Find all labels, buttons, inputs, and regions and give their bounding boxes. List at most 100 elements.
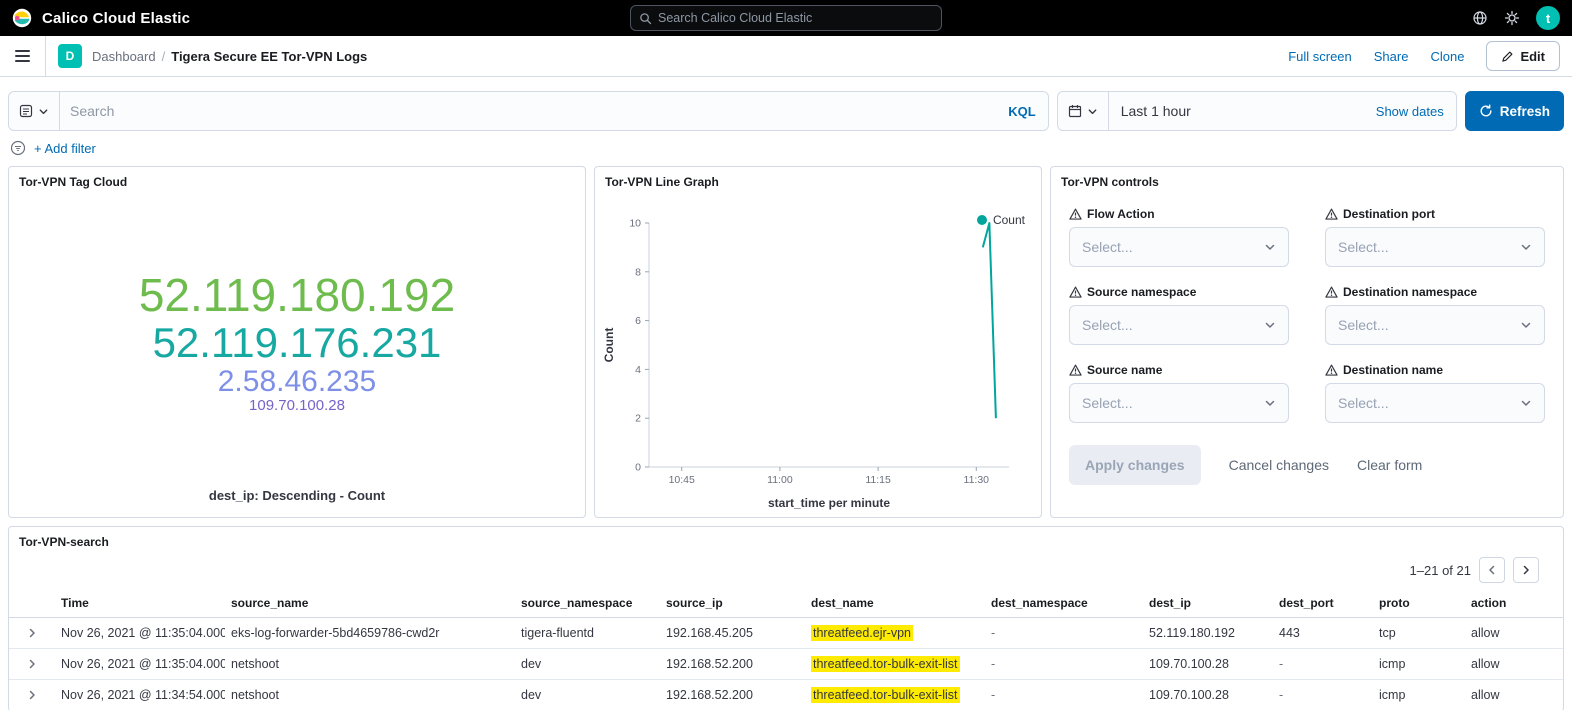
cell-dest-name: threatfeed.tor-bulk-exit-list — [805, 649, 985, 680]
kql-search-input[interactable] — [60, 103, 996, 119]
svg-text:6: 6 — [635, 315, 641, 327]
cell-dest-port: 443 — [1273, 618, 1373, 649]
apply-changes-button[interactable]: Apply changes — [1069, 445, 1201, 485]
search-results-table: Time source_name source_namespace source… — [9, 589, 1563, 710]
tag-cloud-tag[interactable]: 52.119.176.231 — [153, 320, 442, 365]
elastic-logo — [12, 8, 32, 28]
highlighted-value: threatfeed.tor-bulk-exit-list — [811, 687, 960, 703]
chevron-down-icon — [1264, 241, 1276, 253]
show-dates-link[interactable]: Show dates — [1364, 104, 1456, 119]
column-header-source-namespace[interactable]: source_namespace — [515, 589, 660, 618]
warning-icon — [1069, 364, 1082, 376]
expand-row-button[interactable] — [15, 689, 49, 701]
calendar-menu-button[interactable] — [1058, 92, 1109, 130]
line-chart: 024681010:4511:0011:1511:30Countstart_ti… — [599, 199, 1035, 517]
tag-cloud-tag[interactable]: 109.70.100.28 — [249, 398, 345, 414]
svg-text:10: 10 — [629, 218, 641, 230]
column-header-dest-port[interactable]: dest_port — [1273, 589, 1373, 618]
controls-actions: Apply changes Cancel changes Clear form — [1051, 423, 1563, 507]
field-label: Source name — [1087, 363, 1162, 377]
column-header-dest-namespace[interactable]: dest_namespace — [985, 589, 1143, 618]
saved-query-menu-button[interactable] — [9, 92, 60, 130]
deployments-gear-icon[interactable] — [1504, 10, 1520, 26]
cell-dest-namespace: - — [985, 649, 1143, 680]
svg-text:0: 0 — [635, 462, 641, 474]
column-header-time[interactable]: Time — [55, 589, 225, 618]
edit-button-label: Edit — [1520, 49, 1545, 64]
warning-icon — [1325, 286, 1338, 298]
query-language-button[interactable]: KQL — [996, 104, 1047, 119]
add-filter-link[interactable]: + Add filter — [34, 141, 96, 156]
cell-source-ip: 192.168.52.200 — [660, 649, 805, 680]
edit-button[interactable]: Edit — [1486, 41, 1560, 71]
next-page-button[interactable] — [1513, 557, 1539, 583]
space-badge[interactable]: D — [58, 44, 82, 68]
toolbar-actions: Full screen Share Clone Edit — [1288, 41, 1572, 71]
previous-page-button[interactable] — [1479, 557, 1505, 583]
user-avatar[interactable]: t — [1536, 6, 1560, 30]
source-name-select[interactable]: Select... — [1069, 383, 1289, 423]
globe-icon[interactable] — [1472, 10, 1488, 26]
control-field-source-namespace: Source namespace Select... — [1069, 285, 1289, 345]
filter-icon[interactable] — [10, 140, 26, 156]
tag-cloud-tag[interactable]: 52.119.180.192 — [139, 271, 455, 321]
chevron-right-icon — [1520, 564, 1532, 576]
search-table-panel: Tor-VPN-search 1–21 of 21 Time source_na… — [8, 526, 1564, 710]
cell-time: Nov 26, 2021 @ 11:35:04.000 — [55, 649, 225, 680]
field-label: Source namespace — [1087, 285, 1196, 299]
dashboard-toolbar: D Dashboard / Tigera Secure EE Tor-VPN L… — [0, 36, 1572, 77]
cancel-changes-button[interactable]: Cancel changes — [1229, 457, 1329, 473]
time-range-picker: Last 1 hour Show dates — [1057, 91, 1457, 131]
cell-source-name: netshoot — [225, 680, 515, 710]
column-header-action[interactable]: action — [1465, 589, 1563, 618]
dashboard-grid: Tor-VPN Tag Cloud 52.119.180.192 52.119.… — [0, 161, 1572, 710]
source-namespace-select[interactable]: Select... — [1069, 305, 1289, 345]
expand-row-button[interactable] — [15, 658, 49, 670]
global-search-box — [630, 5, 942, 31]
search-icon — [639, 12, 652, 25]
refresh-button-label: Refresh — [1500, 104, 1550, 119]
share-link[interactable]: Share — [1374, 49, 1409, 64]
chart-legend[interactable]: Count — [977, 213, 1025, 227]
cell-action: allow — [1465, 680, 1563, 710]
breadcrumb-dashboard[interactable]: Dashboard — [92, 49, 156, 64]
warning-icon — [1069, 286, 1082, 298]
chevron-down-icon — [1520, 241, 1532, 253]
expand-row-button[interactable] — [15, 627, 49, 639]
global-search-input[interactable] — [658, 11, 933, 25]
column-header-source-ip[interactable]: source_ip — [660, 589, 805, 618]
svg-text:2: 2 — [635, 413, 641, 425]
column-header-dest-ip[interactable]: dest_ip — [1143, 589, 1273, 618]
menu-toggle-button[interactable] — [0, 36, 46, 76]
column-header-dest-name[interactable]: dest_name — [805, 589, 985, 618]
column-header-source-name[interactable]: source_name — [225, 589, 515, 618]
full-screen-link[interactable]: Full screen — [1288, 49, 1352, 64]
tag-cloud: 52.119.180.192 52.119.176.231 2.58.46.23… — [9, 197, 585, 488]
flow-action-select[interactable]: Select... — [1069, 227, 1289, 267]
time-range-value[interactable]: Last 1 hour — [1109, 103, 1203, 119]
control-field-flow-action: Flow Action Select... — [1069, 207, 1289, 267]
clear-form-button[interactable]: Clear form — [1357, 457, 1422, 473]
svg-text:11:30: 11:30 — [964, 474, 990, 486]
app-title: Calico Cloud Elastic — [42, 10, 190, 27]
destination-namespace-select[interactable]: Select... — [1325, 305, 1545, 345]
field-label: Flow Action — [1087, 207, 1155, 221]
cell-dest-port: - — [1273, 680, 1373, 710]
select-placeholder: Select... — [1082, 395, 1133, 411]
tag-cloud-tag[interactable]: 2.58.46.235 — [218, 366, 376, 398]
refresh-button[interactable]: Refresh — [1465, 91, 1564, 131]
column-header-proto[interactable]: proto — [1373, 589, 1465, 618]
controls-form: Flow Action Select... Destination port S… — [1051, 197, 1563, 423]
refresh-icon — [1479, 104, 1493, 118]
cell-proto: tcp — [1373, 618, 1465, 649]
cell-action: allow — [1465, 618, 1563, 649]
destination-name-select[interactable]: Select... — [1325, 383, 1545, 423]
destination-port-select[interactable]: Select... — [1325, 227, 1545, 267]
table-pagination: 1–21 of 21 — [9, 557, 1563, 589]
brand: Calico Cloud Elastic — [12, 8, 190, 28]
table-row: Nov 26, 2021 @ 11:35:04.000 eks-log-forw… — [9, 618, 1563, 649]
cell-dest-ip: 109.70.100.28 — [1143, 649, 1273, 680]
control-field-source-name: Source name Select... — [1069, 363, 1289, 423]
chevron-down-icon — [1264, 397, 1276, 409]
clone-link[interactable]: Clone — [1430, 49, 1464, 64]
